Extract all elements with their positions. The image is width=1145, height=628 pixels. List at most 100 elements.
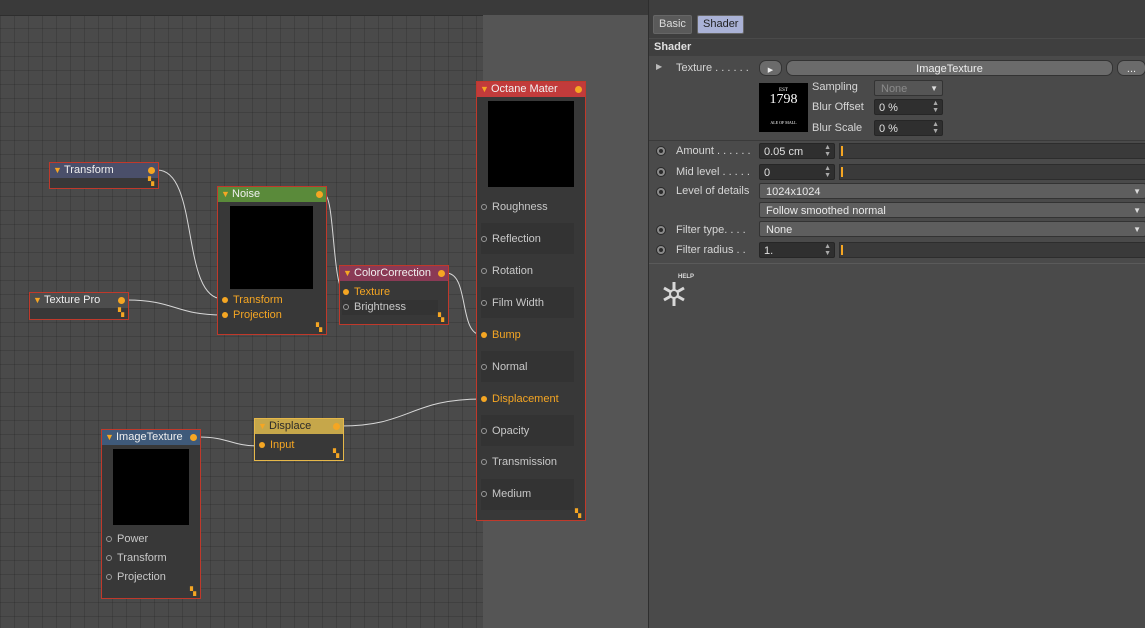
port-dot[interactable] [481, 204, 487, 210]
port-reflection[interactable]: Reflection [481, 231, 541, 247]
resize-handle-icon[interactable]: ▚ [438, 314, 446, 322]
port-dot[interactable] [481, 268, 487, 274]
port-dot[interactable] [222, 297, 228, 303]
mid-level-keyframe-radio[interactable] [656, 167, 666, 177]
port-rotation[interactable]: Rotation [481, 263, 533, 279]
port-projection[interactable]: Projection [106, 569, 166, 585]
expand-triangle-icon[interactable]: ▶ [656, 62, 662, 71]
collapse-triangle-icon[interactable]: ▼ [221, 187, 230, 202]
texture-thumbnail[interactable]: EST 1798 ALE OF MALL [759, 83, 808, 132]
texture-play-button[interactable]: ▶ [759, 60, 782, 76]
output-port[interactable] [118, 297, 125, 304]
resize-handle-icon[interactable]: ▚ [118, 309, 126, 317]
filter-type-dropdown[interactable]: None ▼ [759, 221, 1145, 237]
amount-field[interactable]: 0.05 cm ▲ ▼ [759, 143, 835, 159]
node-transform[interactable]: ▼ Transform ▚ [49, 162, 159, 189]
help-button[interactable]: HELP [658, 274, 706, 312]
node-image-texture[interactable]: ▼ ImageTexture Power Transform Projectio… [101, 429, 201, 599]
filter-radius-keyframe-radio[interactable] [656, 245, 666, 255]
resize-handle-icon[interactable]: ▚ [316, 324, 324, 332]
output-port[interactable] [438, 270, 445, 277]
port-dot[interactable] [481, 428, 487, 434]
blur-offset-field[interactable]: 0 % ▲ ▼ [874, 99, 943, 115]
port-displacement[interactable]: Displacement [481, 391, 559, 407]
texture-shader-button[interactable]: ImageTexture [786, 60, 1113, 76]
stepper-icon[interactable]: ▲ ▼ [824, 165, 831, 179]
node-texture-pro[interactable]: ▼ Texture Pro ▚ [29, 292, 129, 320]
output-port[interactable] [190, 434, 197, 441]
level-of-details-keyframe-radio[interactable] [656, 187, 666, 197]
port-projection[interactable]: Projection [222, 307, 282, 323]
node-header[interactable]: ▼ Transform [50, 163, 158, 178]
port-film-width[interactable]: Film Width [481, 295, 544, 311]
stepper-icon[interactable]: ▲ ▼ [824, 144, 831, 158]
collapse-triangle-icon[interactable]: ▼ [258, 419, 267, 434]
node-noise[interactable]: ▼ Noise Transform Projection ▚ [217, 186, 327, 335]
node-header[interactable]: ▼ Displace [255, 419, 343, 434]
tab-shader[interactable]: Shader [697, 15, 745, 34]
port-brightness[interactable]: Brightness [343, 299, 406, 315]
node-editor[interactable]: ▼ Transform ▚ ▼ Texture Pro ▚ ▼ Noise Tr… [0, 0, 648, 628]
port-dot[interactable] [481, 236, 487, 242]
node-color-correction[interactable]: ▼ ColorCorrection Texture Brightness ▚ [339, 265, 449, 325]
texture-more-button[interactable]: ... [1117, 60, 1145, 76]
port-dot[interactable] [481, 491, 487, 497]
port-texture[interactable]: Texture [343, 284, 390, 300]
collapse-triangle-icon[interactable]: ▼ [53, 163, 62, 178]
output-port[interactable] [316, 191, 323, 198]
port-dot[interactable] [106, 536, 112, 542]
mid-level-field[interactable]: 0 ▲ ▼ [759, 164, 835, 180]
port-medium[interactable]: Medium [481, 486, 531, 502]
blur-scale-field[interactable]: 0 % ▲ ▼ [874, 120, 943, 136]
tab-basic[interactable]: Basic [653, 15, 692, 34]
port-dot[interactable] [481, 364, 487, 370]
collapse-triangle-icon[interactable]: ▼ [343, 266, 352, 281]
resize-handle-icon[interactable]: ▚ [333, 450, 341, 458]
port-dot[interactable] [481, 332, 487, 338]
stepper-icon[interactable]: ▲ ▼ [932, 121, 939, 135]
output-port[interactable] [575, 86, 582, 93]
port-normal[interactable]: Normal [481, 359, 527, 375]
output-port[interactable] [333, 423, 340, 430]
node-header[interactable]: ▼ ImageTexture [102, 430, 200, 445]
slider-handle[interactable] [841, 245, 843, 255]
port-input[interactable]: Input [259, 437, 294, 453]
port-dot[interactable] [106, 555, 112, 561]
node-displace[interactable]: ▼ Displace Input ▚ [254, 418, 344, 461]
port-dot[interactable] [481, 396, 487, 402]
port-dot[interactable] [343, 289, 349, 295]
port-dot[interactable] [481, 459, 487, 465]
node-header[interactable]: ▼ Texture Pro [30, 293, 128, 308]
resize-handle-icon[interactable]: ▚ [575, 510, 583, 518]
slider-handle[interactable] [841, 167, 843, 177]
resize-handle-icon[interactable]: ▚ [148, 178, 156, 186]
mid-level-slider[interactable] [839, 164, 1145, 180]
node-header[interactable]: ▼ Octane Mater [477, 82, 585, 97]
amount-slider[interactable] [839, 143, 1145, 159]
resize-handle-icon[interactable]: ▚ [190, 588, 198, 596]
normal-mode-dropdown[interactable]: Follow smoothed normal ▼ [759, 202, 1145, 218]
port-transmission[interactable]: Transmission [481, 454, 557, 470]
output-port[interactable] [148, 167, 155, 174]
port-bump[interactable]: Bump [481, 327, 521, 343]
port-dot[interactable] [222, 312, 228, 318]
port-dot[interactable] [343, 304, 349, 310]
slider-handle[interactable] [841, 146, 843, 156]
node-header[interactable]: ▼ Noise [218, 187, 326, 202]
port-transform[interactable]: Transform [106, 550, 167, 566]
amount-keyframe-radio[interactable] [656, 146, 666, 156]
port-power[interactable]: Power [106, 531, 148, 547]
sampling-dropdown[interactable]: None ▼ [874, 80, 943, 96]
level-of-details-dropdown[interactable]: 1024x1024 ▼ [759, 183, 1145, 199]
filter-type-keyframe-radio[interactable] [656, 225, 666, 235]
node-header[interactable]: ▼ ColorCorrection [340, 266, 448, 281]
port-dot[interactable] [259, 442, 265, 448]
stepper-icon[interactable]: ▲ ▼ [932, 100, 939, 114]
filter-radius-slider[interactable] [839, 242, 1145, 258]
collapse-triangle-icon[interactable]: ▼ [480, 82, 489, 97]
collapse-triangle-icon[interactable]: ▼ [105, 430, 114, 445]
port-dot[interactable] [481, 300, 487, 306]
port-opacity[interactable]: Opacity [481, 423, 529, 439]
filter-radius-field[interactable]: 1. ▲ ▼ [759, 242, 835, 258]
port-transform[interactable]: Transform [222, 292, 283, 308]
